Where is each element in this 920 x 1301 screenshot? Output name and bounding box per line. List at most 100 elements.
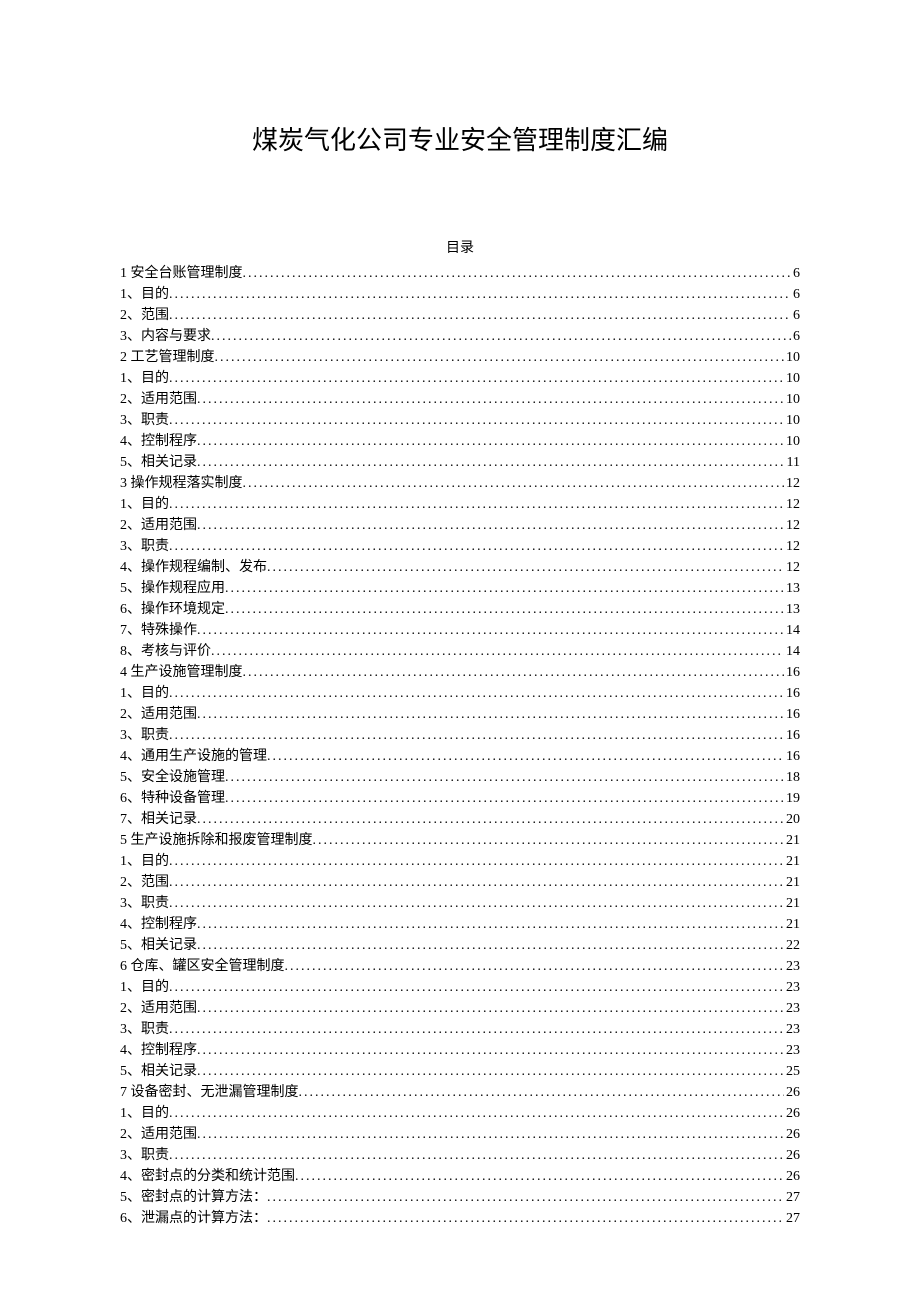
toc-entry-text: 7 设备密封、无泄漏管理制度: [120, 1082, 299, 1103]
toc-entry-text: 3、职责: [120, 1145, 169, 1166]
toc-leader-dots: [225, 767, 784, 788]
toc-entry-text: 3、职责: [120, 410, 169, 431]
toc-leader-dots: [225, 599, 784, 620]
toc-leader-dots: [169, 725, 784, 746]
toc-entry: 4、操作规程编制、发布 12: [120, 557, 800, 578]
toc-entry-page: 21: [784, 851, 800, 872]
toc-entry-text: 2、适用范围: [120, 1124, 197, 1145]
toc-leader-dots: [169, 872, 784, 893]
toc-entry: 2、范围 21: [120, 872, 800, 893]
toc-entry-text: 8、考核与评价: [120, 641, 211, 662]
toc-entry: 3 操作规程落实制度 12: [120, 473, 800, 494]
document-title: 煤炭气化公司专业安全管理制度汇编: [120, 120, 800, 157]
toc-leader-dots: [169, 284, 791, 305]
toc-leader-dots: [197, 1124, 784, 1145]
toc-entry-page: 6: [791, 263, 800, 284]
toc-entry-page: 13: [784, 599, 800, 620]
toc-entry-text: 4、通用生产设施的管理: [120, 746, 267, 767]
toc-entry-text: 2 工艺管理制度: [120, 347, 215, 368]
toc-leader-dots: [169, 1103, 784, 1124]
toc-entry-page: 21: [784, 830, 800, 851]
toc-entry-text: 2、范围: [120, 872, 169, 893]
toc-leader-dots: [243, 662, 785, 683]
toc-leader-dots: [267, 746, 784, 767]
toc-entry: 3、职责 10: [120, 410, 800, 431]
toc-entry-page: 6: [791, 326, 800, 347]
toc-leader-dots: [225, 578, 784, 599]
toc-entry: 1 安全台账管理制度 6: [120, 263, 800, 284]
toc-leader-dots: [243, 263, 792, 284]
toc-entry: 7、相关记录 20: [120, 809, 800, 830]
toc-entry-text: 5、密封点的计算方法：: [120, 1187, 267, 1208]
toc-entry-text: 3、内容与要求: [120, 326, 211, 347]
toc-entry-page: 10: [784, 410, 800, 431]
toc-entry: 4、通用生产设施的管理 16: [120, 746, 800, 767]
toc-leader-dots: [197, 704, 784, 725]
toc-entry-text: 3、职责: [120, 725, 169, 746]
toc-entry-page: 21: [784, 914, 800, 935]
toc-entry-text: 6、泄漏点的计算方法：: [120, 1208, 267, 1229]
toc-entry-page: 16: [784, 725, 800, 746]
toc-entry: 5、密封点的计算方法： 27: [120, 1187, 800, 1208]
toc-leader-dots: [197, 1061, 784, 1082]
toc-entry-text: 1、目的: [120, 1103, 169, 1124]
toc-entry: 5、相关记录 22: [120, 935, 800, 956]
toc-entry: 1、目的 23: [120, 977, 800, 998]
toc-entry: 2 工艺管理制度 10: [120, 347, 800, 368]
toc-leader-dots: [169, 1019, 784, 1040]
toc-entry: 2、适用范围 10: [120, 389, 800, 410]
toc-entry-page: 10: [784, 431, 800, 452]
toc-entry-page: 21: [784, 872, 800, 893]
toc-entry-text: 6 仓库、罐区安全管理制度: [120, 956, 285, 977]
toc-entry-text: 3、职责: [120, 1019, 169, 1040]
toc-leader-dots: [267, 1208, 784, 1229]
toc-leader-dots: [211, 641, 784, 662]
toc-entry: 2、范围 6: [120, 305, 800, 326]
toc-entry: 4 生产设施管理制度 16: [120, 662, 800, 683]
toc-entry: 5、相关记录 11: [120, 452, 800, 473]
toc-entry: 3、职责 12: [120, 536, 800, 557]
toc-entry-page: 19: [784, 788, 800, 809]
toc-leader-dots: [169, 1145, 784, 1166]
toc-entry-page: 26: [784, 1124, 800, 1145]
toc-leader-dots: [197, 935, 784, 956]
toc-leader-dots: [169, 893, 784, 914]
toc-leader-dots: [285, 956, 785, 977]
toc-entry-page: 26: [784, 1145, 800, 1166]
toc-heading: 目录: [120, 237, 800, 257]
toc-entry: 5、相关记录 25: [120, 1061, 800, 1082]
toc-leader-dots: [197, 431, 784, 452]
toc-entry: 3、职责 23: [120, 1019, 800, 1040]
toc-entry: 7 设备密封、无泄漏管理制度 26: [120, 1082, 800, 1103]
toc-entry-page: 12: [784, 473, 800, 494]
toc-entry-page: 27: [784, 1187, 800, 1208]
toc-entry-page: 21: [784, 893, 800, 914]
toc-entry: 5 生产设施拆除和报废管理制度 21: [120, 830, 800, 851]
toc-entry-text: 2、适用范围: [120, 389, 197, 410]
toc-entry-text: 1、目的: [120, 683, 169, 704]
toc-entry: 5、操作规程应用 13: [120, 578, 800, 599]
toc-entry-page: 12: [784, 557, 800, 578]
toc-leader-dots: [197, 452, 785, 473]
toc-entry: 3、职责 21: [120, 893, 800, 914]
toc-entry-page: 23: [784, 1040, 800, 1061]
toc-entry-page: 12: [784, 494, 800, 515]
toc-entry-page: 11: [785, 452, 800, 473]
toc-entry-page: 12: [784, 536, 800, 557]
toc-entry-text: 1、目的: [120, 494, 169, 515]
toc-entry-text: 3 操作规程落实制度: [120, 473, 243, 494]
toc-entry: 7、特殊操作 14: [120, 620, 800, 641]
toc-leader-dots: [197, 389, 784, 410]
toc-leader-dots: [169, 851, 784, 872]
toc-entry-page: 26: [784, 1103, 800, 1124]
toc-entry-text: 3、职责: [120, 893, 169, 914]
table-of-contents: 1 安全台账管理制度 61、目的 62、范围 63、内容与要求 62 工艺管理制…: [120, 263, 800, 1229]
toc-entry-page: 23: [784, 977, 800, 998]
toc-entry-page: 27: [784, 1208, 800, 1229]
toc-entry-text: 1、目的: [120, 284, 169, 305]
toc-entry-page: 10: [784, 368, 800, 389]
toc-leader-dots: [169, 494, 784, 515]
toc-entry: 3、内容与要求 6: [120, 326, 800, 347]
toc-entry-text: 3、职责: [120, 536, 169, 557]
toc-entry-text: 1、目的: [120, 851, 169, 872]
